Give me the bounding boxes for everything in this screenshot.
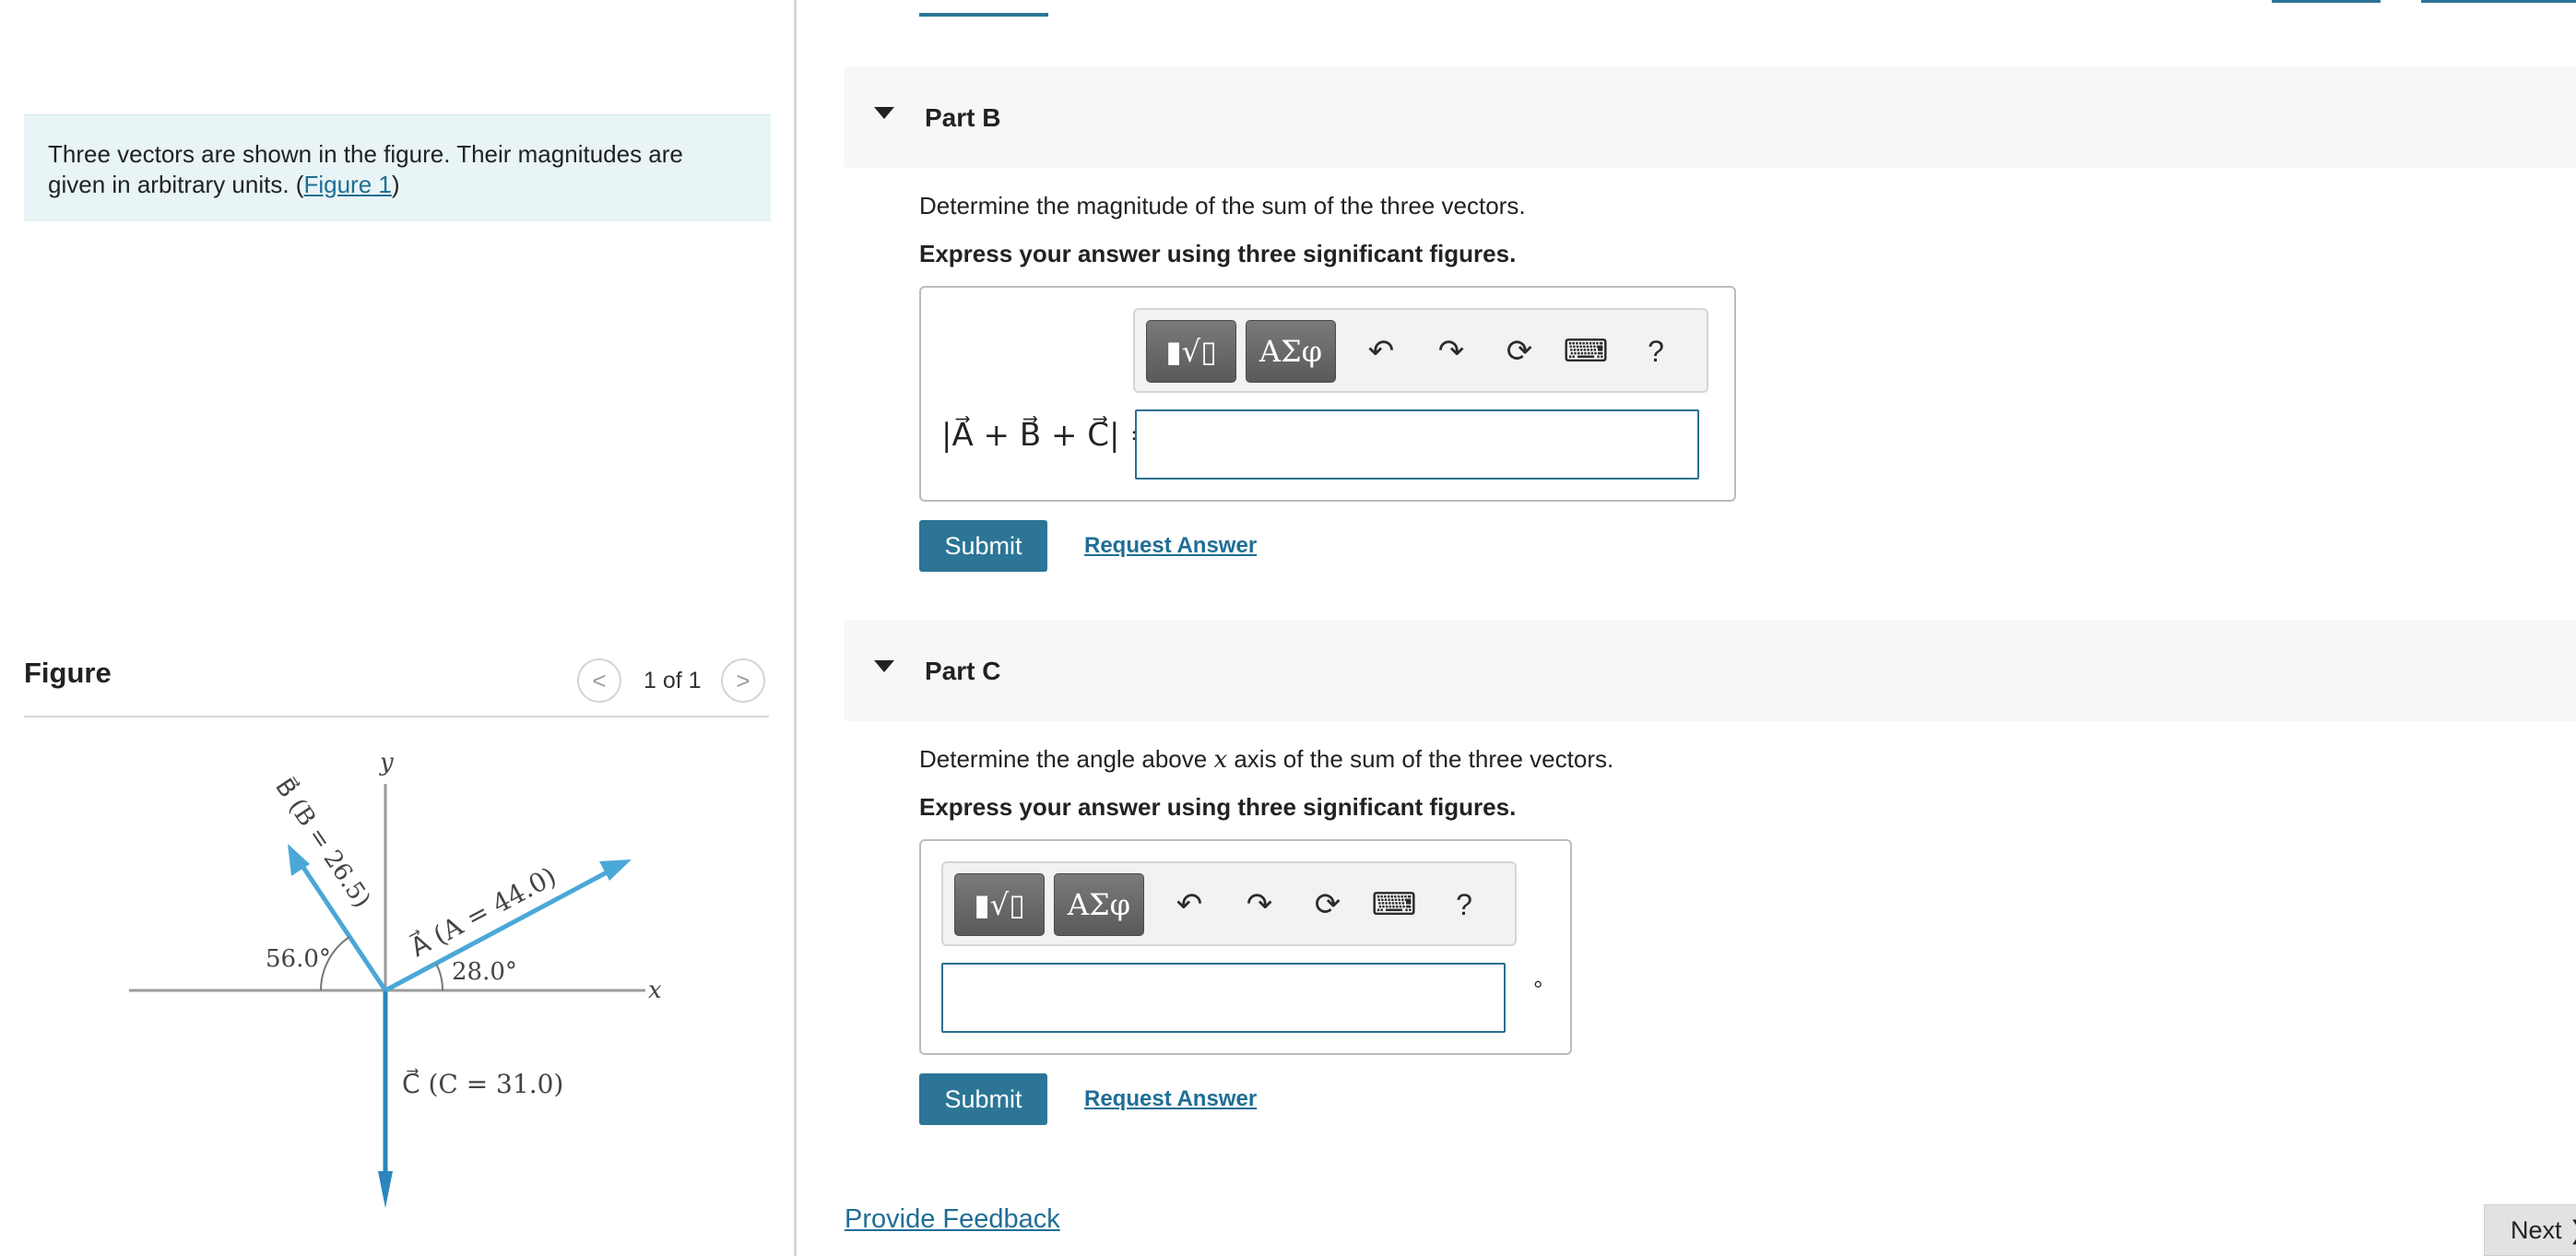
vector-c-arrowhead: [378, 1171, 393, 1208]
part-b-answer-input[interactable]: [1135, 409, 1699, 480]
part-b-answer-label: |A⃗ + B⃗ + C⃗| =: [941, 417, 1156, 454]
top-link-underline: [2272, 0, 2381, 3]
vector-b-label: B⃗ (B = 26.5): [269, 773, 377, 913]
part-b-title: Part B: [925, 103, 1001, 132]
figure-pager: 1 of 1: [644, 668, 702, 693]
templates-icon: ▮√▯: [1165, 334, 1217, 369]
top-link-underline: [2421, 0, 2576, 3]
symbols-icon: ΑΣφ: [1067, 887, 1131, 922]
help-icon[interactable]: ?: [1443, 883, 1485, 926]
symbols-icon: ΑΣφ: [1258, 334, 1323, 369]
part-b-answer-box: ▮√▯ ΑΣφ ↶ ↷ ⟳ ⌨ ? |A⃗ + B⃗ + C⃗| =: [919, 286, 1736, 502]
vector-figure: y x C⃗ (C = 31.0) A⃗ (A = 44.0) 28.0° B⃗…: [129, 749, 662, 1208]
figure-title: Figure: [24, 657, 112, 689]
vector-c-label: C⃗ (C = 31.0): [402, 1068, 563, 1099]
chevron-right-icon: >: [736, 666, 750, 694]
angle-a-arc: [435, 963, 444, 991]
reset-icon[interactable]: ⟳: [1306, 883, 1349, 926]
symbols-button[interactable]: ΑΣφ: [1054, 873, 1144, 936]
angle-b-label: 56.0°: [266, 945, 331, 973]
undo-icon[interactable]: ↶: [1168, 883, 1211, 926]
keyboard-icon[interactable]: ⌨: [1563, 330, 1608, 373]
part-b-request-answer-link[interactable]: Request Answer: [1084, 533, 1257, 559]
symbols-button[interactable]: ΑΣφ: [1246, 320, 1336, 383]
redo-icon[interactable]: ↷: [1238, 883, 1281, 926]
part-c-answer-box: ▮√▯ ΑΣφ ↶ ↷ ⟳ ⌨ ? °: [919, 839, 1572, 1055]
top-tab-underline: [919, 13, 1048, 17]
problem-intro: Three vectors are shown in the figure. T…: [24, 114, 771, 221]
part-c-question: Determine the angle above x axis of the …: [919, 745, 1613, 774]
caret-down-icon: [874, 660, 894, 672]
part-b-instruction: Express your answer using three signific…: [919, 240, 1517, 267]
keyboard-icon[interactable]: ⌨: [1371, 883, 1416, 926]
reset-icon[interactable]: ⟳: [1498, 330, 1541, 373]
part-c-question-end: axis of the sum of the three vectors.: [1227, 745, 1614, 773]
next-figure-button[interactable]: >: [721, 658, 765, 703]
templates-button[interactable]: ▮√▯: [1146, 320, 1236, 383]
part-c-title: Part C: [925, 657, 1001, 685]
x-axis-label: x: [648, 977, 662, 1004]
provide-feedback-link[interactable]: Provide Feedback: [845, 1204, 1060, 1235]
vector-a-arrowhead: [599, 859, 632, 881]
part-c-answer-input[interactable]: [941, 963, 1506, 1033]
next-button[interactable]: Next ❯: [2484, 1204, 2576, 1256]
part-c-instruction: Express your answer using three signific…: [919, 793, 1517, 821]
part-c-submit-button[interactable]: Submit: [919, 1073, 1047, 1125]
part-c-request-answer-link[interactable]: Request Answer: [1084, 1086, 1257, 1112]
help-icon[interactable]: ?: [1635, 330, 1677, 373]
right-panel: Part B Determine the magnitude of the su…: [797, 0, 2576, 1256]
part-b-math-toolbar: ▮√▯ ΑΣφ ↶ ↷ ⟳ ⌨ ?: [1133, 308, 1708, 393]
part-b-header[interactable]: Part B: [845, 66, 2576, 168]
figure-header: Figure < 1 of 1 >: [24, 646, 769, 717]
chevron-left-icon: <: [592, 666, 607, 694]
part-c-question-variable: x: [1213, 746, 1228, 774]
y-axis-label: y: [379, 749, 394, 776]
intro-close: ): [391, 171, 400, 198]
previous-figure-button[interactable]: <: [577, 658, 621, 703]
part-c-math-toolbar: ▮√▯ ΑΣφ ↶ ↷ ⟳ ⌨ ?: [941, 861, 1517, 946]
left-panel: Three vectors are shown in the figure. T…: [0, 0, 793, 1256]
part-b-submit-button[interactable]: Submit: [919, 520, 1047, 572]
templates-icon: ▮√▯: [974, 887, 1025, 922]
part-c-question-start: Determine the angle above: [919, 745, 1214, 773]
angle-a-label: 28.0°: [452, 958, 517, 986]
caret-down-icon: [874, 107, 894, 119]
part-c-unit-label: °: [1533, 976, 1543, 1003]
part-b-question: Determine the magnitude of the sum of th…: [919, 192, 1526, 219]
part-c-header[interactable]: Part C: [845, 620, 2576, 721]
templates-button[interactable]: ▮√▯: [954, 873, 1045, 936]
figure-link[interactable]: Figure 1: [303, 171, 391, 198]
redo-icon[interactable]: ↷: [1430, 330, 1472, 373]
undo-icon[interactable]: ↶: [1360, 330, 1402, 373]
